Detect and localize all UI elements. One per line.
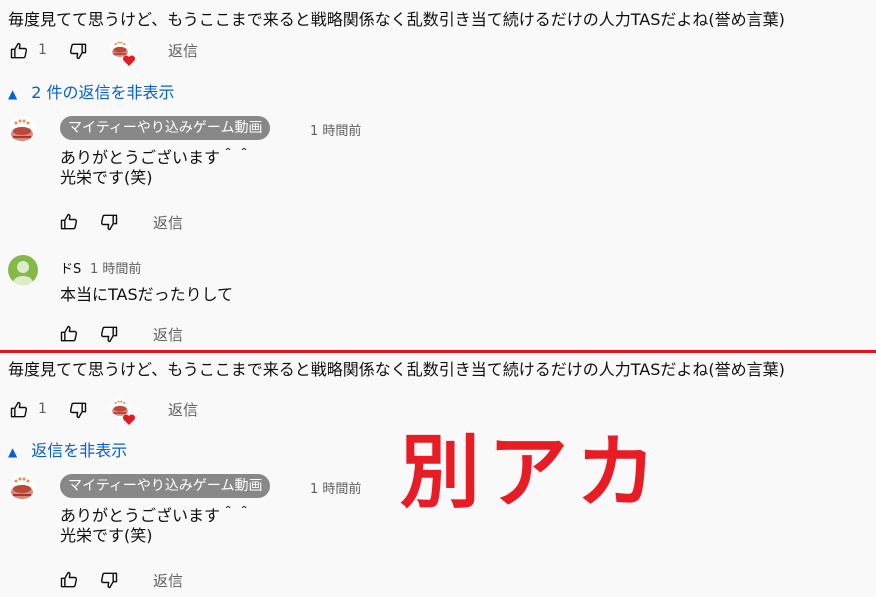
thumb-up-icon[interactable] bbox=[8, 41, 30, 61]
hide-replies-toggle[interactable]: ▲ 返信を非表示 bbox=[8, 437, 127, 461]
channel-avatar[interactable] bbox=[8, 474, 36, 502]
overlay-annotation: 別アカ bbox=[400, 426, 664, 519]
reply-text: 本当にTASだったりして bbox=[60, 285, 234, 304]
thumb-down-icon[interactable] bbox=[98, 212, 120, 232]
thumb-up-icon[interactable] bbox=[58, 212, 80, 232]
comment-text: 毎度見てて思うけど、もうここまで来ると戦略関係なく乱数引き当て続けるだけの人力T… bbox=[8, 360, 785, 379]
thumb-up-icon[interactable] bbox=[58, 570, 80, 590]
reply-text: ありがとうございます＾＾ 光栄です(笑) bbox=[60, 506, 253, 545]
reply-time[interactable]: 1 時間前 bbox=[90, 258, 141, 277]
toggle-label: 2 件の返信を非表示 bbox=[31, 83, 175, 102]
thumb-down-icon[interactable] bbox=[98, 570, 120, 590]
creator-heart-icon bbox=[110, 398, 138, 426]
creator-name-chip[interactable]: マイティーやり込みゲーム動画 bbox=[60, 474, 271, 498]
creator-name-chip[interactable]: マイティーやり込みゲーム動画 bbox=[60, 116, 271, 140]
reply-time[interactable]: 1 時間前 bbox=[310, 478, 361, 497]
comment-text: 毎度見てて思うけど、もうここまで来ると戦略関係なく乱数引き当て続けるだけの人力T… bbox=[8, 10, 785, 29]
reply-button[interactable]: 返信 bbox=[153, 570, 183, 591]
thumb-down-icon[interactable] bbox=[67, 41, 89, 61]
toggle-label: 返信を非表示 bbox=[31, 441, 128, 460]
reply-button[interactable]: 返信 bbox=[153, 212, 183, 233]
like-count: 1 bbox=[38, 401, 47, 417]
reply-author[interactable]: ドS bbox=[60, 258, 81, 277]
thumb-up-icon[interactable] bbox=[58, 324, 80, 344]
user-avatar[interactable] bbox=[8, 255, 38, 285]
hide-replies-toggle[interactable]: ▲ 2 件の返信を非表示 bbox=[8, 79, 175, 103]
reply-button[interactable]: 返信 bbox=[153, 324, 183, 345]
caret-up-icon: ▲ bbox=[8, 87, 18, 101]
thumb-up-icon[interactable] bbox=[8, 400, 30, 420]
like-count: 1 bbox=[38, 42, 47, 58]
creator-heart-icon bbox=[110, 39, 138, 67]
reply-button[interactable]: 返信 bbox=[168, 399, 198, 420]
thumb-down-icon[interactable] bbox=[98, 324, 120, 344]
red-divider-line bbox=[0, 350, 876, 353]
reply-time[interactable]: 1 時間前 bbox=[310, 120, 361, 139]
reply-text: ありがとうございます＾＾ 光栄です(笑) bbox=[60, 148, 253, 187]
reply-button[interactable]: 返信 bbox=[168, 40, 198, 61]
caret-up-icon: ▲ bbox=[8, 445, 18, 459]
channel-avatar[interactable] bbox=[8, 116, 36, 144]
thumb-down-icon[interactable] bbox=[67, 400, 89, 420]
